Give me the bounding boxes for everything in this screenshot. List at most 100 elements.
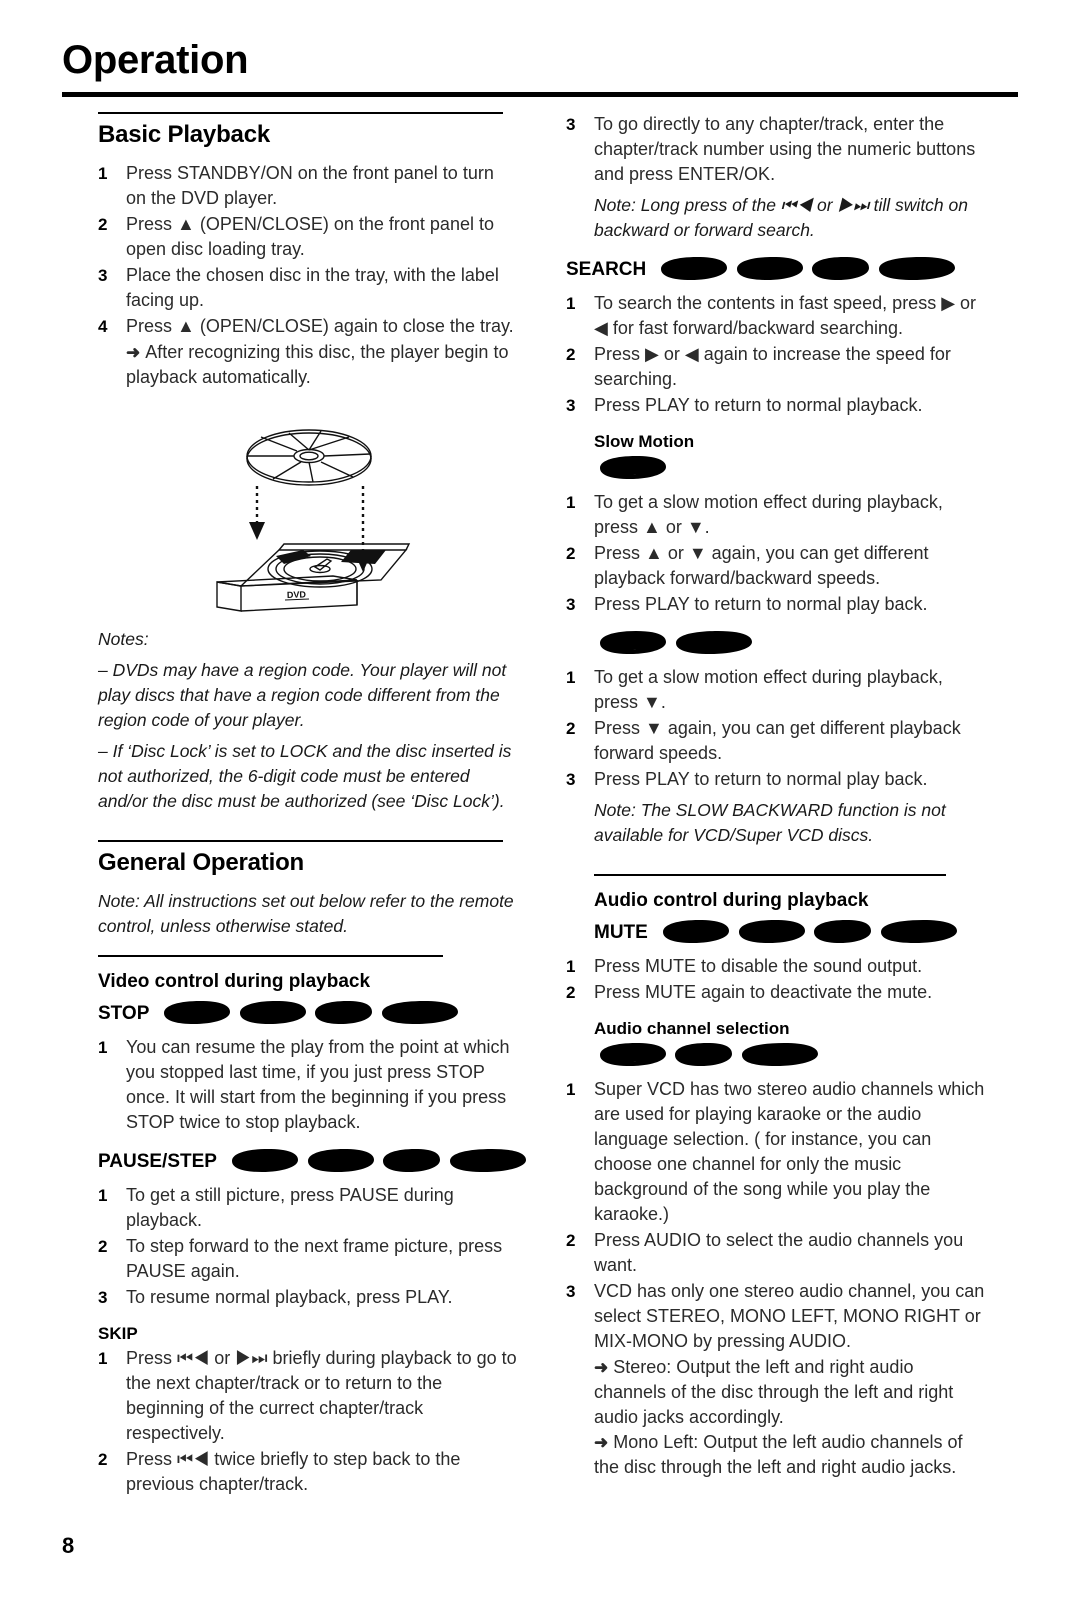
disc-badge-cd-icon: CD bbox=[670, 1041, 734, 1071]
list-item: 1 To get a still picture, press PAUSE du… bbox=[98, 1183, 518, 1233]
badge-text: VCD bbox=[613, 1042, 649, 1061]
step-number: 3 bbox=[566, 115, 576, 134]
step-number: 4 bbox=[98, 317, 108, 336]
step-text: VCD has only one stereo audio channel, y… bbox=[594, 1281, 985, 1351]
step-number: 2 bbox=[566, 719, 576, 738]
step-number: 2 bbox=[98, 1450, 108, 1469]
heading-audio-channel-selection: Audio channel selection bbox=[594, 1019, 790, 1038]
step-number: 1 bbox=[566, 1080, 576, 1099]
step-number: 3 bbox=[98, 266, 108, 285]
step-text: Press MUTE again to deactivate the mute. bbox=[594, 982, 933, 1002]
slow-motion-dvd-steps: 1 To get a slow motion effect during pla… bbox=[566, 490, 986, 617]
step-number: 2 bbox=[98, 215, 108, 234]
step-text: You can resume the play from the point a… bbox=[126, 1037, 510, 1132]
slow-motion-dvd-badge-row: DVD bbox=[594, 454, 986, 484]
step-number: 1 bbox=[566, 957, 576, 976]
step-number: 3 bbox=[98, 1288, 108, 1307]
step-text: To get a slow motion effect during playb… bbox=[594, 492, 943, 537]
step-text: Press STANDBY/ON on the front panel to t… bbox=[126, 163, 494, 208]
heading-slow-motion: Slow Motion bbox=[594, 432, 695, 451]
step-text: To get a still picture, press PAUSE duri… bbox=[126, 1185, 454, 1230]
page-number: 8 bbox=[62, 1533, 75, 1558]
step-number: 2 bbox=[566, 544, 576, 563]
left-column: Basic Playback 1 Press STANDBY/ON on the… bbox=[98, 112, 526, 1498]
heading-basic-playback: Basic Playback bbox=[98, 121, 270, 148]
list-item: 3 VCD has only one stereo audio channel,… bbox=[566, 1279, 986, 1354]
step-number: 1 bbox=[98, 1038, 108, 1057]
step-number: 2 bbox=[566, 1231, 576, 1250]
disc-badge-vcd-icon: VCD bbox=[594, 1041, 668, 1071]
step-text: To step forward to the next frame pictur… bbox=[126, 1236, 503, 1281]
stop-badge-row: STOP DVD VCD CD SVCD bbox=[98, 999, 518, 1029]
section-divider-audio-control bbox=[594, 874, 946, 876]
list-item: 2 Press AUDIO to select the audio channe… bbox=[566, 1228, 986, 1278]
disc-badge-dvd-icon: DVD bbox=[594, 454, 668, 484]
badge-text: DVD bbox=[245, 1148, 281, 1167]
page-title: Operation bbox=[62, 38, 249, 82]
badge-text: SVCD bbox=[688, 630, 736, 649]
skip-long-press-note: Note: Long press of the ⏮◀ or ▶⏭ till sw… bbox=[594, 195, 968, 240]
right-column: 3 To go directly to any chapter/track, e… bbox=[566, 112, 986, 1480]
disc-badge-vcd-icon: VCD bbox=[731, 255, 805, 285]
skip-continued-steps: 3 To go directly to any chapter/track, e… bbox=[566, 112, 986, 187]
arrow-right-icon: ➜ bbox=[594, 1433, 609, 1452]
badge-text: SVCD bbox=[395, 1000, 442, 1019]
badge-text: CD bbox=[397, 1148, 422, 1167]
list-item: 3 Press PLAY to return to normal play ba… bbox=[566, 592, 986, 617]
step-number: 2 bbox=[566, 345, 576, 364]
skip-steps: 1 Press ⏮◀ or ▶⏭ briefly during playback… bbox=[98, 1346, 518, 1497]
mute-steps: 1 Press MUTE to disable the sound output… bbox=[566, 954, 986, 1005]
badge-text: SVCD bbox=[892, 256, 939, 275]
list-item: 1 To search the contents in fast speed, … bbox=[566, 291, 986, 341]
search-badge-row: SEARCH DVD VCD CD SVCD bbox=[566, 255, 986, 285]
step-text: Super VCD has two stereo audio channels … bbox=[594, 1079, 985, 1224]
mute-label: MUTE bbox=[594, 922, 648, 943]
step-text: Press PLAY to return to normal play back… bbox=[594, 594, 928, 614]
stop-steps: 1 You can resume the play from the point… bbox=[98, 1035, 518, 1135]
search-steps: 1 To search the contents in fast speed, … bbox=[566, 291, 986, 418]
audio-arrow-mono-left: ➜ Mono Left: Output the left audio channe… bbox=[594, 1430, 986, 1480]
mute-badge-row: MUTE DVD VCD CD SVCD bbox=[594, 918, 986, 948]
section-divider-video-control bbox=[98, 955, 443, 957]
basic-playback-notes: Notes: – DVDs may have a region code. Yo… bbox=[98, 627, 518, 814]
heading-general-operation: General Operation bbox=[98, 849, 304, 876]
notes-heading: Notes: bbox=[98, 629, 149, 649]
list-item: 3 To go directly to any chapter/track, e… bbox=[566, 112, 986, 187]
disc-badge-cd-icon: CD bbox=[807, 255, 871, 285]
list-item: 2 Press MUTE again to deactivate the mut… bbox=[566, 980, 986, 1005]
step-number: 3 bbox=[566, 595, 576, 614]
general-operation-note: Note: All instructions set out below ref… bbox=[98, 891, 514, 936]
arrow-note-text: Mono Left: Output the left audio channel… bbox=[594, 1432, 963, 1477]
step-text: Press ▲ (OPEN/CLOSE) on the front panel … bbox=[126, 214, 494, 259]
pause-step-steps: 1 To get a still picture, press PAUSE du… bbox=[98, 1183, 518, 1310]
list-item: 1 To get a slow motion effect during pla… bbox=[566, 490, 986, 540]
list-item: 2 Press ▲ (OPEN/CLOSE) on the front pane… bbox=[98, 212, 518, 262]
badge-text: SVCD bbox=[893, 919, 940, 938]
heading-audio-control: Audio control during playback bbox=[594, 890, 869, 911]
disc-badge-dvd-icon: DVD bbox=[158, 999, 232, 1029]
step-text: Press PLAY to return to normal play back… bbox=[594, 769, 928, 789]
step-text: To go directly to any chapter/track, ent… bbox=[594, 114, 976, 184]
badge-text: CD bbox=[330, 1000, 355, 1019]
disc-badge-svcd-icon: SVCD bbox=[875, 918, 959, 948]
title-divider bbox=[62, 92, 1018, 97]
step-text: Press ⏮◀ twice briefly to step back to t… bbox=[126, 1449, 461, 1494]
step-text: Press ⏮◀ or ▶⏭ briefly during playback t… bbox=[126, 1348, 517, 1443]
step-text: Press MUTE to disable the sound output. bbox=[594, 956, 923, 976]
audio-channel-badge-row: VCD CD SVCD bbox=[594, 1041, 986, 1071]
disc-badge-dvd-icon: DVD bbox=[657, 918, 731, 948]
step-text: To resume normal playback, press PLAY. bbox=[126, 1287, 453, 1307]
disc-badge-vcd-icon: VCD bbox=[594, 629, 668, 659]
slow-motion-vcd-steps: 1 To get a slow motion effect during pla… bbox=[566, 665, 986, 792]
badge-text: VCD bbox=[752, 919, 788, 938]
basic-playback-arrow-note: ➜ After recognizing this disc, the player… bbox=[126, 340, 518, 390]
disc-loading-diagram: DVD bbox=[215, 429, 410, 612]
disc-badge-svcd-icon: SVCD bbox=[670, 629, 754, 659]
step-number: 1 bbox=[98, 1349, 108, 1368]
badge-text: VCD bbox=[750, 256, 786, 275]
section-divider-general-operation bbox=[98, 840, 503, 842]
list-item: 2 Press ▲ or ▼ again, you can get differ… bbox=[566, 541, 986, 591]
badge-text: SVCD bbox=[754, 1042, 802, 1061]
note-disc-lock: – If ‘Disc Lock’ is set to LOCK and the … bbox=[98, 741, 512, 811]
list-item: 2 Press ⏮◀ twice briefly to step back to… bbox=[98, 1447, 518, 1497]
